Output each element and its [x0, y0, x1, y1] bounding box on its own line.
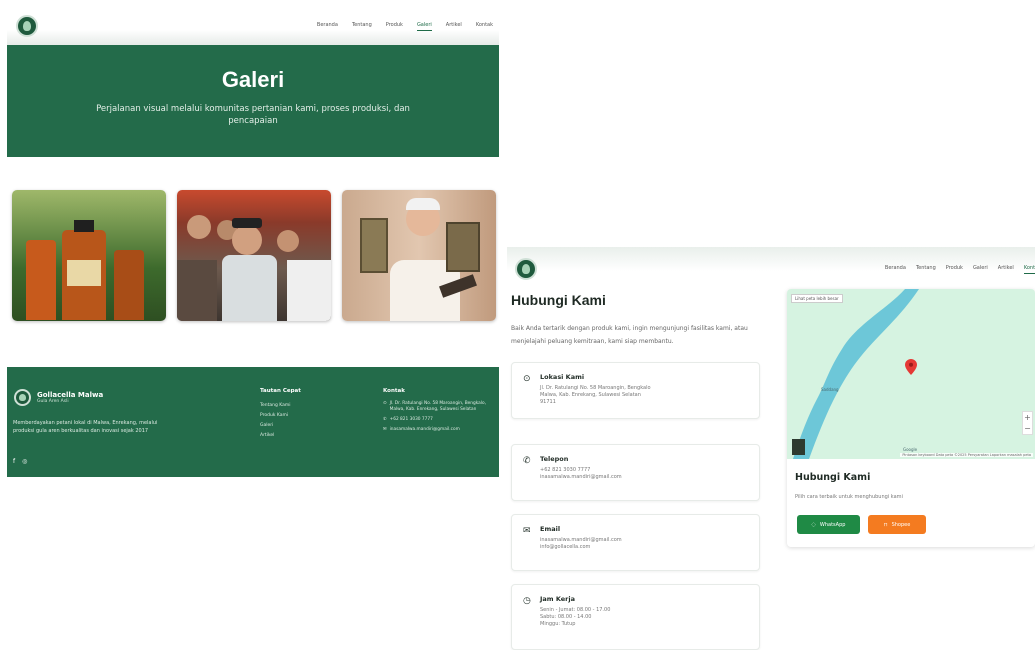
card-title: Telepon	[540, 455, 569, 463]
map-pin-icon[interactable]	[905, 359, 917, 375]
footer-link-galeri[interactable]: Galeri	[260, 421, 301, 431]
footer-contact: Kontak ⊙ Jl. Dr. Ratulangi No. 58 Maroang…	[383, 388, 498, 437]
photo-gallery	[12, 190, 496, 321]
contact-page-screenshot: Beranda Tentang Produk Galeri Artikel Ko…	[507, 247, 1035, 650]
footer-link-tentang[interactable]: Tentang Kami	[260, 401, 301, 411]
footer-brand: Gollacella Malwa Gula Aren Asli	[14, 389, 103, 406]
instagram-icon[interactable]: ◎	[22, 458, 27, 465]
map-place-label: Saddang	[821, 387, 839, 392]
map-layer-thumbnail[interactable]	[792, 439, 805, 455]
nav-item-artikel[interactable]: Artikel	[446, 22, 462, 31]
contact-page-title: Hubungi Kami	[511, 292, 606, 308]
nav-item-tentang[interactable]: Tentang	[916, 265, 936, 274]
hero-subtitle: Perjalanan visual melalui komunitas pert…	[96, 104, 410, 126]
main-nav: Beranda Tentang Produk Galeri Artikel Ko…	[317, 22, 493, 31]
nav-item-kontak[interactable]: Kontak	[1023, 265, 1035, 274]
card-line[interactable]: info@gollacella.com	[540, 544, 759, 551]
map-zoom-control: + −	[1022, 411, 1033, 435]
footer-phone[interactable]: +62 821 3030 7777	[390, 417, 433, 423]
card-line: Senin - Jumat: 08.00 - 17.00	[540, 607, 611, 613]
shopee-label: Shopee	[891, 521, 911, 528]
whatsapp-label: WhatsApp	[819, 521, 846, 528]
footer-links-title: Tautan Cepat	[260, 388, 301, 394]
footer-brand-name: Gollacella Malwa	[37, 391, 104, 399]
map-attribution[interactable]: Pintasan keyboard Data peta ©2025 Persya…	[900, 453, 1033, 457]
nav-item-tentang[interactable]: Tentang	[352, 22, 372, 31]
top-navbar-contact: Beranda Tentang Produk Galeri Artikel Ko…	[507, 247, 1035, 291]
card-line: 91711	[540, 399, 556, 405]
phone-icon: ✆	[523, 456, 531, 466]
card-line: Sabtu: 08.00 - 14.00	[540, 614, 592, 620]
card-line[interactable]: +62 821 3030 7777	[540, 467, 759, 474]
nav-item-produk[interactable]: Produk	[946, 265, 963, 274]
brand-logo-icon[interactable]	[515, 258, 537, 280]
gallery-page-screenshot: Beranda Tentang Produk Galeri Artikel Ko…	[7, 7, 499, 477]
gallery-photo-event[interactable]	[177, 190, 331, 321]
zoom-out-button[interactable]: −	[1023, 423, 1032, 434]
location-pin-icon: ⊙	[523, 374, 531, 384]
gallery-photo-award[interactable]	[342, 190, 496, 321]
gallery-photo-products[interactable]	[12, 190, 166, 321]
nav-item-produk[interactable]: Produk	[386, 22, 403, 31]
card-line[interactable]: inasamalwa.mandiri@gmail.com	[540, 474, 759, 481]
nav-item-kontak[interactable]: Kontak	[476, 22, 493, 31]
footer-logo-icon	[14, 389, 31, 406]
footer-quick-links: Tautan Cepat Tentang Kami Produk Kami Ga…	[260, 388, 301, 441]
footer-brand-sub: Gula Aren Asli	[37, 399, 69, 404]
hero-banner: Galeri Perjalanan visual melalui komunit…	[7, 45, 499, 157]
footer-description: Memberdayakan petani lokal di Malwa, Enr…	[13, 420, 158, 434]
google-logo: Google	[903, 447, 918, 452]
card-title: Jam Kerja	[540, 595, 575, 603]
site-footer: Gollacella Malwa Gula Aren Asli Memberda…	[7, 367, 499, 477]
view-larger-map-link[interactable]: Lihat peta lebih besar	[791, 294, 843, 303]
brand-logo-icon[interactable]	[16, 15, 38, 37]
mail-icon: ✉	[523, 526, 531, 536]
card-title: Email	[540, 525, 561, 533]
footer-contact-title: Kontak	[383, 388, 405, 394]
footer-address: Jl. Dr. Ratulangi No. 58 Maroangin, Beng…	[389, 401, 486, 412]
page-title: Galeri	[221, 67, 285, 92]
nav-item-beranda[interactable]: Beranda	[885, 265, 906, 274]
contact-card-phone: ✆ Telepon +62 821 3030 7777 inasamalwa.m…	[511, 444, 760, 501]
contact-card-hours: ◷ Jam Kerja Senin - Jumat: 08.00 - 17.00…	[511, 584, 760, 650]
facebook-icon[interactable]: f	[13, 458, 15, 465]
phone-icon: ✆	[383, 417, 387, 422]
contact-box-subtitle: Pilih cara terbaik untuk menghubungi kam…	[795, 494, 903, 500]
zoom-in-button[interactable]: +	[1023, 412, 1032, 423]
top-navbar: Beranda Tentang Produk Galeri Artikel Ko…	[7, 7, 499, 45]
contact-intro: Baik Anda tertarik dengan produk kami, i…	[511, 325, 748, 345]
location-pin-icon: ⊙	[383, 401, 387, 406]
nav-item-galeri[interactable]: Galeri	[973, 265, 988, 274]
card-line[interactable]: inasamalwa.mandiri@gmail.com	[540, 537, 759, 544]
clock-icon: ◷	[523, 596, 531, 606]
contact-box-title: Hubungi Kami	[795, 472, 871, 483]
shopee-button[interactable]: ⊓ Shopee	[868, 515, 926, 534]
main-nav-contact: Beranda Tentang Produk Galeri Artikel Ko…	[885, 265, 1035, 274]
footer-link-artikel[interactable]: Artikel	[260, 431, 301, 441]
contact-card-location: ⊙ Lokasi Kami Jl. Dr. Ratulangi No. 58 M…	[511, 362, 760, 419]
map-contact-panel: Lihat peta lebih besar Saddang Google + …	[787, 289, 1035, 547]
nav-item-beranda[interactable]: Beranda	[317, 22, 338, 31]
card-title: Lokasi Kami	[540, 373, 585, 381]
footer-email[interactable]: inasamalwa.mandiri@gmail.com	[390, 427, 460, 433]
contact-card-email: ✉ Email inasamalwa.mandiri@gmail.com inf…	[511, 514, 760, 571]
card-line: Malwa, Kab. Enrekang, Sulawesi Selatan	[540, 392, 641, 398]
nav-item-galeri[interactable]: Galeri	[416, 22, 432, 31]
mail-icon: ✉	[383, 427, 387, 432]
card-line: Minggu: Tutup	[540, 621, 576, 627]
nav-item-artikel[interactable]: Artikel	[998, 265, 1014, 274]
whatsapp-button[interactable]: ◌ WhatsApp	[797, 515, 860, 534]
embedded-map[interactable]: Lihat peta lebih besar Saddang Google + …	[787, 289, 1035, 459]
card-line: Jl. Dr. Ratulangi No. 58 Maroangin, Beng…	[540, 385, 651, 391]
social-links: f ◎	[13, 458, 27, 465]
shopping-bag-icon: ⊓	[883, 521, 888, 528]
footer-link-produk[interactable]: Produk Kami	[260, 411, 301, 421]
whatsapp-icon: ◌	[811, 521, 816, 528]
